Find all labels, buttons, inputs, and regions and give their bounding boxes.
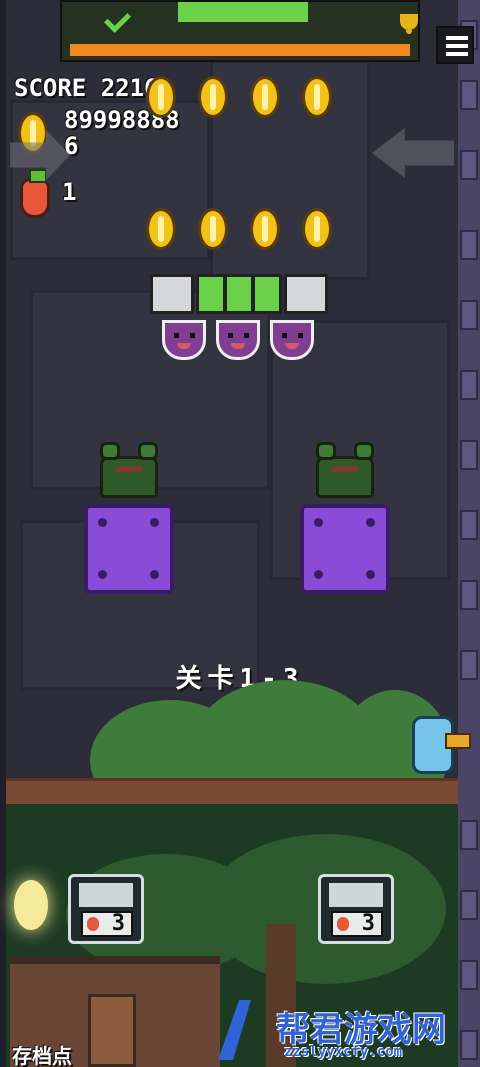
coin [198, 208, 228, 250]
coin [250, 76, 280, 118]
save-slot-button[interactable]: 3 [318, 874, 394, 944]
lantern-icon [14, 880, 48, 930]
steel-block [284, 274, 328, 314]
carrot-icon [87, 917, 99, 931]
steel-block [150, 274, 194, 314]
coin [302, 76, 332, 118]
green-block [196, 274, 226, 314]
menu-button[interactable] [436, 26, 474, 64]
purple-blob-enemy [162, 320, 206, 360]
coin [198, 76, 228, 118]
progress-fill [70, 44, 410, 56]
coin [250, 208, 280, 250]
watermark-url: zzslyyxcfy.com [284, 1044, 403, 1060]
carrot-count: 1 [62, 178, 77, 206]
save-slot-count: 3 [331, 911, 383, 937]
frog-enemy [96, 442, 162, 498]
carrot-icon [337, 917, 349, 931]
floppy-disk-icon [79, 883, 133, 907]
right-wall [458, 0, 480, 1067]
checkpoint-label: 存档点 [12, 1044, 72, 1067]
bird-player [412, 716, 471, 774]
game-stage[interactable]: SCORE 2216 89998888 6 1 关卡1-3 3 3 存档点 帮君… [0, 0, 480, 1067]
frog-enemy [312, 442, 378, 498]
floppy-disk-icon [329, 883, 383, 907]
save-slot-count: 3 [81, 911, 133, 937]
green-block [252, 274, 282, 314]
purple-block [300, 504, 390, 594]
score-label: SCORE 2216 [14, 74, 159, 102]
top-blocks [178, 2, 308, 22]
background-panel [210, 60, 370, 280]
coin [302, 208, 332, 250]
purple-blob-enemy [216, 320, 260, 360]
coin [146, 76, 176, 118]
progress-bar [70, 44, 410, 56]
arrow-hint-right [372, 128, 454, 178]
coin [146, 208, 176, 250]
purple-block [84, 504, 174, 594]
carrot-icon [20, 169, 50, 218]
hamburger-menu-icon [446, 36, 468, 40]
save-slot-button[interactable]: 3 [68, 874, 144, 944]
purple-blob-enemy [270, 320, 314, 360]
green-block [224, 274, 254, 314]
